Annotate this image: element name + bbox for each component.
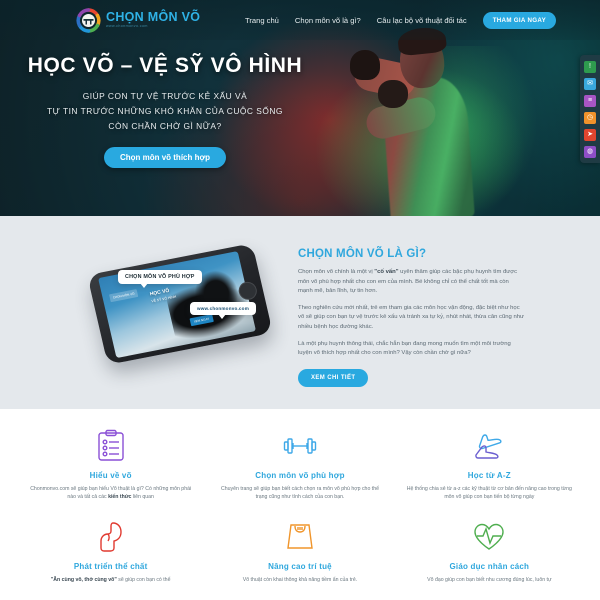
feature-card-chon-mon-vo: Chọn môn võ phù hợp Chuyên trang sẽ giúp…: [205, 427, 394, 502]
about-text-block: CHỌN MÔN VÕ LÀ GÌ? Chọn môn võ chính là …: [298, 248, 524, 387]
clipboard-icon: [28, 427, 193, 465]
about-paragraph-3: Là một phụ huynh thông thái, chắc hẳn bạ…: [298, 340, 511, 357]
feature-card-nang-cao-tri-tue: Nâng cao trí tuệ Võ thuật còn khai thông…: [205, 518, 394, 584]
message-icon[interactable]: ✉: [584, 77, 596, 90]
about-title: CHỌN MÔN VÕ LÀ GÌ?: [298, 248, 427, 260]
chat-icon[interactable]: ◍: [584, 145, 596, 158]
top-navbar: CHỌN MÔN VÕ www.chonmonvo.com Trang chủ …: [0, 0, 600, 40]
clock-icon[interactable]: ◷: [584, 111, 596, 124]
hero-subtitle-line-2: TỰ TIN TRƯỚC NHỮNG KHÓ KHĂN CỦA CUỘC SỐN…: [47, 106, 283, 116]
logo-ring-icon: [76, 7, 101, 33]
hero-subtitle-line-3: CÒN CHẦN CHỜ GÌ NỮA?: [108, 121, 222, 131]
phone-mockup-area: CHỌN MÔN VÕ HỌC VÕ VỆ SỸ VÔ HÌNH XEM NGA…: [78, 234, 293, 394]
sneaker-icon: [407, 427, 572, 465]
feature-title: Phát triển thể chất: [73, 561, 148, 571]
list-icon[interactable]: ≡: [584, 94, 596, 107]
feature-title: Chọn môn võ phù hợp: [255, 471, 345, 480]
floating-social-bar: ! ✉ ≡ ◷ ➤ ◍: [580, 55, 600, 163]
hero-title: HỌC VÕ – VỆ SỸ VÔ HÌNH: [27, 54, 303, 77]
nav-item-home[interactable]: Trang chủ: [245, 16, 279, 25]
site-logo[interactable]: CHỌN MÔN VÕ www.chonmonvo.com: [76, 7, 201, 33]
feature-card-hoc-tu-az: Học từ A-Z Hệ thống chia sẻ từ a-z các k…: [395, 427, 584, 502]
feature-card-phat-trien-the-chat: Phát triển thể chất "Ăn cùng võ, thở cùn…: [16, 518, 205, 584]
feature-description: Chuyên trang sẽ giúp bạn biết cách chọn …: [221, 486, 379, 501]
feature-card-hieu-ve-vo: Hiểu về võ Chonmonvo.com sẽ giúp bạn hiể…: [16, 427, 205, 502]
feature-description: Võ đạo giúp con bạn biết nhu cương đúng …: [427, 576, 552, 583]
about-detail-button[interactable]: XEM CHI TIẾT: [298, 368, 369, 387]
dumbbell-icon: [217, 427, 382, 465]
hero-subtitle: GIÚP CON TỰ VỆ TRƯỚC KẺ XẤU VÀ TỰ TIN TR…: [0, 89, 330, 134]
hero-subtitle-line-1: GIÚP CON TỰ VỆ TRƯỚC KẺ XẤU VÀ: [82, 91, 248, 101]
heartbeat-icon: [407, 518, 572, 556]
feature-title: Học từ A-Z: [467, 471, 511, 480]
feature-description: "Ăn cùng võ, thở cùng võ" sẽ giúp con bạ…: [50, 576, 171, 583]
feature-description: Võ thuật còn khai thông khả năng tiềm ẩn…: [242, 576, 358, 583]
nav-links: Trang chủ Chọn môn võ là gì? Câu lạc bộ …: [229, 11, 594, 29]
nav-item-partners[interactable]: Câu lạc bộ võ thuật đối tác: [377, 16, 467, 25]
share-icon[interactable]: ➤: [584, 128, 596, 141]
nav-join-now-button[interactable]: THAM GIA NGAY: [482, 11, 556, 29]
feature-title: Giáo dục nhân cách: [449, 561, 530, 571]
boxer-photo: [348, 16, 538, 216]
hero-content: HỌC VÕ – VỆ SỸ VÔ HÌNH GIÚP CON TỰ VỆ TR…: [0, 54, 330, 168]
about-paragraph-1: Chọn môn võ chính là một vị "cố vấn" uyê…: [298, 269, 518, 295]
logo-text: CHỌN MÔN VÕ: [106, 9, 201, 24]
features-section: Hiểu về võ Chonmonvo.com sẽ giúp bạn hiể…: [0, 409, 600, 600]
logo-subtext: www.chonmonvo.com: [106, 24, 148, 29]
scale-icon: [217, 518, 382, 556]
feature-card-giao-duc-nhan-cach: Giáo dục nhân cách Võ đạo giúp con bạn b…: [395, 518, 584, 584]
nav-item-what-is[interactable]: Chọn môn võ là gì?: [295, 16, 361, 25]
feature-description: Hệ thống chia sẻ từ a-z các kỹ thuật từ …: [406, 486, 572, 501]
landing-page: HỌC VÕ – VỆ SỸ VÔ HÌNH GIÚP CON TỰ VỆ TR…: [0, 0, 600, 600]
callout-choose-martial-art: CHỌN MÔN VÕ PHÙ HỢP: [118, 270, 202, 288]
callout-website-url: www.chonmonvo.com: [190, 302, 256, 319]
feature-title: Nâng cao trí tuệ: [268, 561, 332, 571]
feature-title: Hiểu về võ: [89, 471, 132, 480]
feature-description: Chonmonvo.com sẽ giúp bạn hiểu Võ thuật …: [30, 486, 192, 501]
phone-badge: CHỌN MÔN VÕ: [109, 289, 139, 303]
features-row-2: Phát triển thể chất "Ăn cùng võ, thở cùn…: [16, 518, 584, 584]
hero-cta-button[interactable]: Chọn môn võ thích hợp: [103, 147, 227, 168]
features-row-1: Hiểu về võ Chonmonvo.com sẽ giúp bạn hiể…: [16, 427, 584, 502]
info-icon[interactable]: !: [584, 60, 596, 73]
bicep-icon: [28, 518, 193, 556]
about-paragraph-2: Theo nghiên cứu mới nhất, trẻ em tham gi…: [298, 304, 524, 330]
about-section: CHỌN MÔN VÕ HỌC VÕ VỆ SỸ VÔ HÌNH XEM NGA…: [0, 216, 600, 409]
